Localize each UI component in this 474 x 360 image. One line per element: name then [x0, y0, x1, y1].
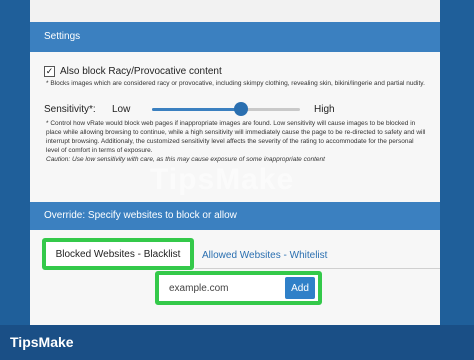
watermark-logo: TipsMake	[150, 163, 295, 196]
override-header: Override: Specify websites to block or a…	[30, 202, 440, 230]
racy-option-row: ✓ Also block Racy/Provocative content	[44, 66, 426, 77]
brand-logo: TipsMake	[10, 334, 74, 350]
sensitivity-label: Sensitivity*:	[44, 103, 96, 115]
tab-blacklist[interactable]: Blocked Websites - Blacklist	[42, 238, 194, 270]
racy-note: * Blocks images which are considered rac…	[46, 80, 425, 87]
tab-blacklist-label: Blocked Websites - Blacklist	[55, 248, 181, 260]
sensitivity-note: * Control how vRate would block web page…	[44, 119, 426, 164]
add-button[interactable]: Add	[285, 277, 315, 299]
website-url-input[interactable]	[159, 278, 279, 298]
sensitivity-row: Sensitivity*: Low High	[44, 102, 426, 116]
slider-thumb[interactable]	[233, 102, 248, 116]
override-header-title: Override: Specify websites to block or a…	[44, 210, 237, 221]
panel-top-strip	[30, 0, 440, 22]
tab-whitelist-label: Allowed Websites - Whitelist	[202, 250, 328, 261]
sensitivity-low-label: Low	[112, 103, 131, 115]
tab-underline	[195, 268, 440, 269]
racy-checkbox-label: Also block Racy/Provocative content	[60, 66, 222, 77]
settings-header: Settings	[30, 22, 440, 52]
racy-checkbox[interactable]: ✓	[44, 66, 55, 77]
sensitivity-description: * Control how vRate would block web page…	[46, 120, 426, 154]
website-input-group: Add	[155, 271, 322, 305]
sensitivity-high-label: High	[314, 103, 335, 115]
tab-whitelist[interactable]: Allowed Websites - Whitelist	[202, 250, 327, 261]
settings-header-title: Settings	[44, 31, 81, 42]
slider-fill	[152, 108, 241, 111]
sensitivity-slider[interactable]	[152, 102, 300, 116]
